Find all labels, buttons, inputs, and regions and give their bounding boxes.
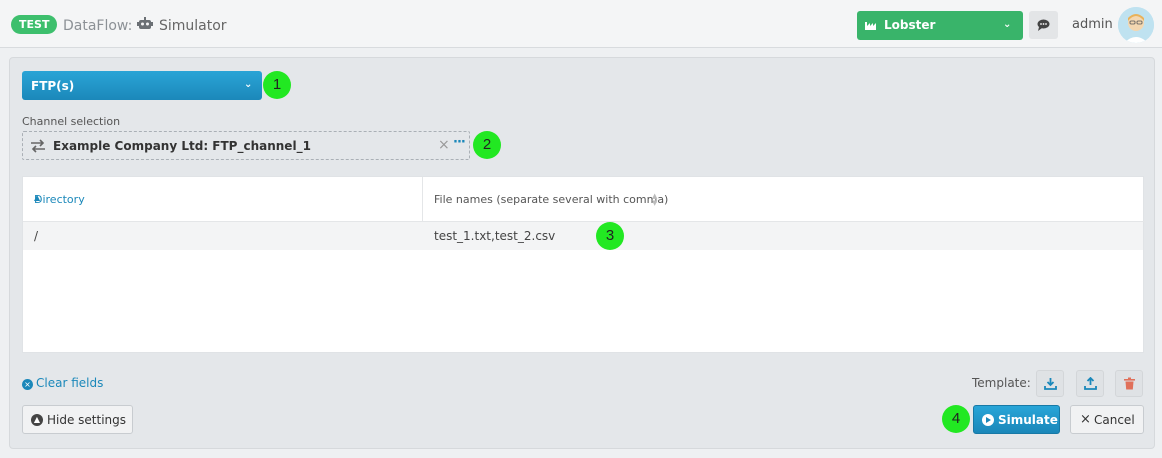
trash-icon	[1124, 377, 1135, 390]
settings-panel: FTP(s) ⌄ 1 Channel selection Example Com…	[9, 57, 1155, 449]
protocol-select[interactable]: FTP(s) ⌄	[22, 71, 262, 100]
factory-icon	[865, 22, 876, 30]
transfer-icon	[31, 139, 45, 153]
sort-icon: ▲ ▼	[652, 192, 658, 207]
directory-table: Directory ▲ File names (separate several…	[22, 176, 1145, 353]
robot-icon	[137, 17, 153, 29]
channel-selection-field[interactable]: Example Company Ltd: FTP_channel_1 × ···	[22, 131, 470, 160]
column-header-directory[interactable]: Directory ▲	[23, 177, 423, 222]
cancel-label: Cancel	[1094, 413, 1135, 427]
sort-ascending-icon: ▲	[34, 193, 41, 202]
simulate-label: Simulate	[998, 413, 1058, 427]
top-bar: TEST DataFlow: Simulator Lobster ⌄ admin	[0, 0, 1162, 48]
template-label: Template:	[972, 376, 1031, 390]
table-row[interactable]: / test_1.txt,test_2.csv	[23, 222, 1143, 250]
chat-icon	[1037, 19, 1050, 31]
annotation-marker-2: 2	[473, 131, 501, 159]
tenant-select[interactable]: Lobster ⌄	[857, 11, 1023, 40]
tenant-select-label: Lobster	[884, 18, 936, 32]
template-upload-button[interactable]	[1076, 370, 1104, 397]
cell-file-names[interactable]: test_1.txt,test_2.csv	[434, 229, 555, 243]
brand-name[interactable]: DataFlow:	[63, 18, 132, 34]
template-delete-button[interactable]	[1115, 370, 1143, 397]
column-header-file-names[interactable]: File names (separate several with comma)…	[423, 177, 1145, 222]
clear-fields-link[interactable]: × Clear fields	[22, 376, 103, 390]
cell-directory[interactable]: /	[34, 229, 38, 243]
page-title: Simulator	[159, 18, 227, 34]
close-icon: ×	[1080, 412, 1091, 427]
avatar[interactable]	[1118, 7, 1154, 43]
upload-icon	[1084, 377, 1097, 390]
play-icon	[982, 414, 994, 426]
hide-settings-label: Hide settings	[47, 413, 127, 427]
chevron-down-icon: ⌄	[244, 79, 253, 90]
download-icon	[1044, 378, 1057, 390]
template-download-button[interactable]	[1036, 370, 1064, 397]
clear-icon[interactable]: ×	[438, 137, 450, 153]
column-header-label: Directory	[34, 193, 85, 206]
cancel-button[interactable]: × Cancel	[1070, 405, 1144, 434]
chat-button[interactable]	[1029, 11, 1058, 39]
environment-badge: TEST	[11, 15, 58, 34]
chevron-down-icon: ⌄	[1003, 19, 1012, 30]
clear-fields-label: Clear fields	[36, 376, 104, 390]
close-circle-icon: ×	[22, 379, 33, 390]
annotation-marker-1: 1	[263, 71, 291, 99]
column-header-label: File names (separate several with comma)	[434, 193, 669, 206]
channel-selection-label: Channel selection	[22, 115, 121, 128]
more-options-icon[interactable]: ···	[453, 135, 466, 150]
annotation-marker-4: 4	[942, 405, 970, 433]
user-name[interactable]: admin	[1072, 17, 1113, 32]
arrow-up-circle-icon: ▲	[31, 414, 43, 426]
protocol-select-label: FTP(s)	[31, 79, 75, 93]
user-avatar-icon	[1118, 7, 1154, 43]
channel-selection-value: Example Company Ltd: FTP_channel_1	[53, 139, 311, 153]
hide-settings-button[interactable]: ▲ Hide settings	[22, 405, 133, 434]
simulate-button[interactable]: Simulate	[973, 405, 1060, 434]
annotation-marker-3: 3	[596, 222, 624, 250]
